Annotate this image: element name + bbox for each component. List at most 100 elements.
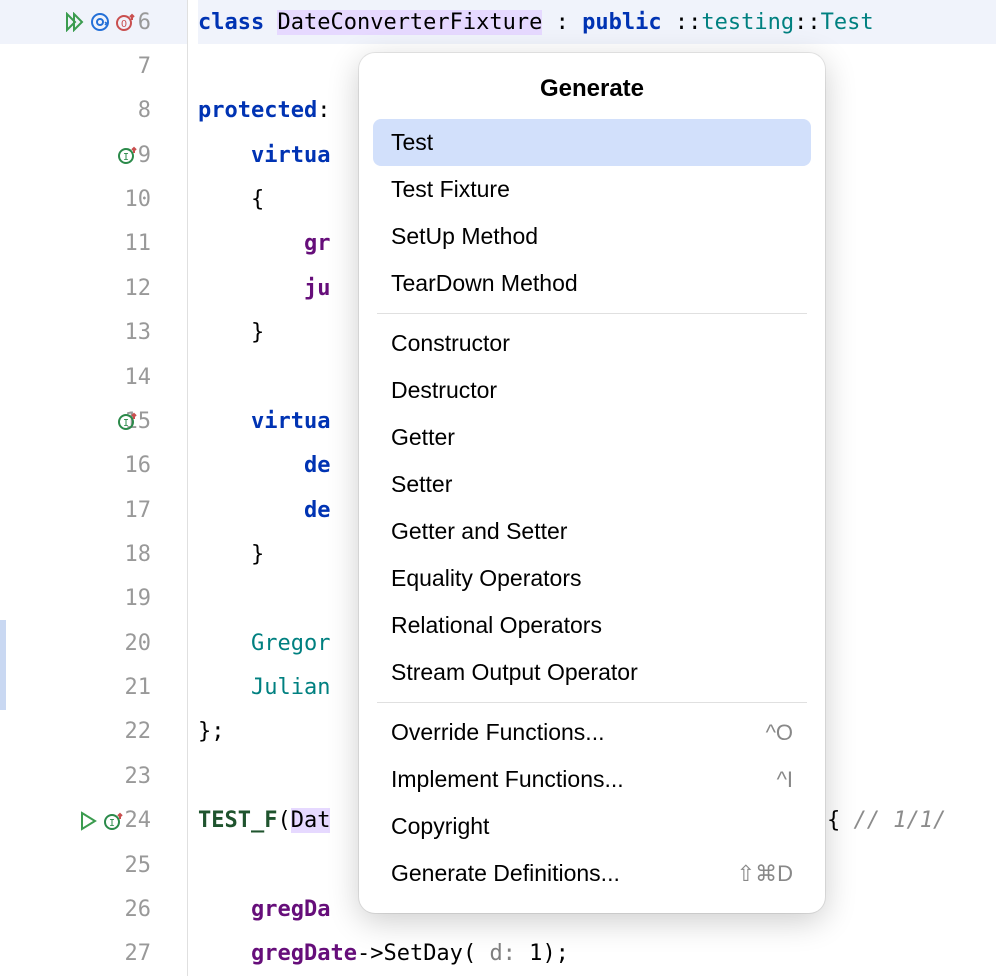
call: de bbox=[304, 453, 331, 478]
param-hint: d: bbox=[489, 941, 516, 966]
popup-item[interactable]: Setter bbox=[373, 461, 811, 508]
gutter-row: 10 bbox=[0, 177, 187, 221]
svg-text:I: I bbox=[123, 152, 129, 163]
popup-item-label: Getter bbox=[391, 424, 455, 451]
line-number: 22 bbox=[117, 719, 151, 744]
arrow: -> bbox=[357, 941, 384, 966]
popup-item[interactable]: Generate Definitions...⇧⌘D bbox=[373, 850, 811, 897]
override-up-icon[interactable]: O bbox=[116, 12, 136, 32]
indent bbox=[198, 276, 304, 301]
gutter-row: 7 bbox=[0, 44, 187, 88]
popup-item[interactable]: Test bbox=[373, 119, 811, 166]
line-number: 16 bbox=[117, 453, 151, 478]
popup-item-shortcut: ⇧⌘D bbox=[737, 861, 793, 887]
popup-title: Generate bbox=[373, 67, 811, 119]
indent bbox=[198, 498, 304, 523]
popup-item[interactable]: Getter bbox=[373, 414, 811, 461]
brace: } bbox=[251, 542, 264, 567]
brace: } bbox=[251, 320, 264, 345]
gutter-row: 20 bbox=[0, 621, 187, 665]
svg-text:I: I bbox=[123, 418, 129, 429]
popup-item-shortcut: ^O bbox=[766, 720, 793, 746]
keyword-protected: protected bbox=[198, 98, 317, 123]
indent bbox=[198, 231, 304, 256]
line-number: 26 bbox=[117, 897, 151, 922]
gutter-row: 19 bbox=[0, 577, 187, 621]
line-number: 10 bbox=[117, 187, 151, 212]
typename: Julian bbox=[251, 675, 330, 700]
keyword-public: public bbox=[582, 10, 675, 35]
code-line: class DateConverterFixture : public ::te… bbox=[198, 0, 996, 44]
run-all-icon[interactable] bbox=[64, 12, 84, 32]
classname: DateConverterFixture bbox=[277, 10, 542, 35]
run-test-icon[interactable] bbox=[78, 811, 98, 831]
gutter-row: 6 O bbox=[0, 0, 187, 44]
popup-item[interactable]: Copyright bbox=[373, 803, 811, 850]
brace: }; bbox=[198, 719, 225, 744]
gutter-row: 26 bbox=[0, 887, 187, 931]
gutter-row: 16 bbox=[0, 444, 187, 488]
indent bbox=[198, 143, 251, 168]
implements-up-icon[interactable]: I bbox=[104, 811, 124, 831]
popup-item[interactable]: TearDown Method bbox=[373, 260, 811, 307]
gutter-row: 22 bbox=[0, 710, 187, 754]
comment: // 1/1/ bbox=[840, 808, 946, 833]
popup-item[interactable]: Equality Operators bbox=[373, 555, 811, 602]
popup-item-label: Equality Operators bbox=[391, 565, 581, 592]
gutter-row: 21 bbox=[0, 665, 187, 709]
line-number: 19 bbox=[117, 586, 151, 611]
method: SetDay bbox=[383, 941, 462, 966]
popup-item[interactable]: Test Fixture bbox=[373, 166, 811, 213]
line-number: 12 bbox=[117, 276, 151, 301]
brace: { bbox=[251, 187, 264, 212]
classname: Test bbox=[821, 10, 874, 35]
popup-item[interactable]: Getter and Setter bbox=[373, 508, 811, 555]
value: 1 bbox=[516, 941, 543, 966]
popup-item-label: Getter and Setter bbox=[391, 518, 567, 545]
popup-item[interactable]: Constructor bbox=[373, 320, 811, 367]
gutter-row: 11 bbox=[0, 222, 187, 266]
popup-item[interactable]: Stream Output Operator bbox=[373, 649, 811, 696]
gutter-row: 9 I bbox=[0, 133, 187, 177]
indent bbox=[198, 675, 251, 700]
indent bbox=[198, 320, 251, 345]
line-number: 8 bbox=[117, 98, 151, 123]
implements-up-icon[interactable]: I bbox=[118, 411, 138, 431]
arg: Dat bbox=[291, 808, 331, 833]
keyword-virtual: virtua bbox=[251, 409, 330, 434]
popup-item-label: Relational Operators bbox=[391, 612, 602, 639]
gutter-row: 12 bbox=[0, 266, 187, 310]
member: ju bbox=[304, 276, 331, 301]
namespace: testing bbox=[701, 10, 794, 35]
gutter-row: 23 bbox=[0, 754, 187, 798]
gutter-row: 17 bbox=[0, 488, 187, 532]
popup-item[interactable]: Implement Functions...^I bbox=[373, 756, 811, 803]
implements-up-icon[interactable]: I bbox=[118, 145, 138, 165]
keyword-class: class bbox=[198, 10, 277, 35]
line-number: 14 bbox=[117, 365, 151, 390]
gutter: 6 O 7 8 9 I 10 11 bbox=[0, 0, 188, 976]
popup-item[interactable]: Relational Operators bbox=[373, 602, 811, 649]
punct: : bbox=[542, 10, 582, 35]
member: gregDate bbox=[251, 941, 357, 966]
gutter-row: 14 bbox=[0, 355, 187, 399]
line-number: 18 bbox=[117, 542, 151, 567]
line-number: 17 bbox=[117, 498, 151, 523]
popup-item[interactable]: Destructor bbox=[373, 367, 811, 414]
popup-item-label: Destructor bbox=[391, 377, 497, 404]
svg-text:I: I bbox=[109, 818, 115, 829]
popup-item[interactable]: SetUp Method bbox=[373, 213, 811, 260]
keyword-virtual: virtua bbox=[251, 143, 330, 168]
run-target-icon[interactable] bbox=[90, 12, 110, 32]
member: gregDa bbox=[251, 897, 330, 922]
popup-item[interactable]: Override Functions... ^O bbox=[373, 709, 811, 756]
indent bbox=[198, 187, 251, 212]
code-line: gregDate->SetDay( d: 1); bbox=[198, 932, 996, 976]
gutter-row: 15 I bbox=[0, 399, 187, 443]
member: gr bbox=[304, 231, 331, 256]
svg-text:O: O bbox=[121, 19, 127, 30]
scope-op: :: bbox=[675, 10, 702, 35]
popup-item-label: Override Functions... bbox=[391, 719, 604, 746]
popup-item-label: Test bbox=[391, 129, 433, 156]
popup-item-label: Constructor bbox=[391, 330, 510, 357]
